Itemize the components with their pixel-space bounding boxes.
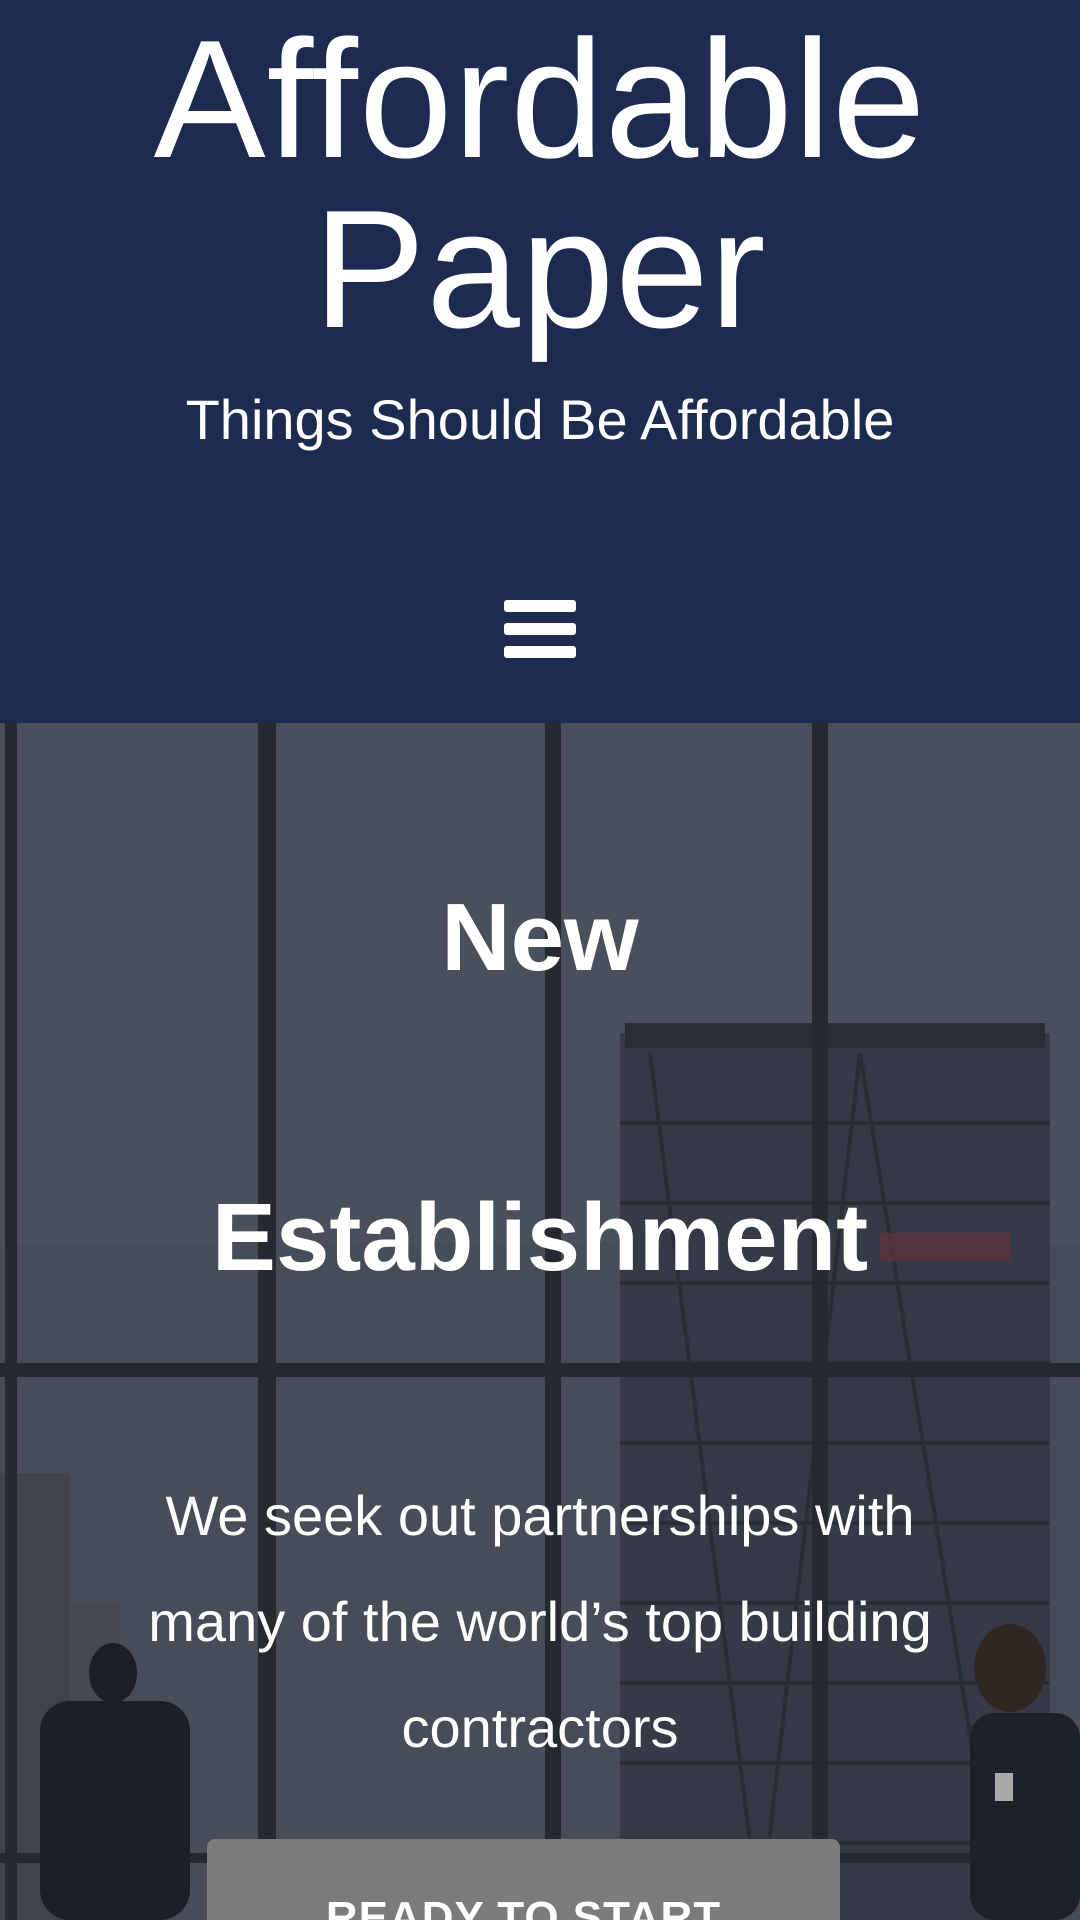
hero-description: We seek out partnerships with many of th… xyxy=(148,1484,932,1759)
ready-to-start-button[interactable]: READY TO START xyxy=(207,1839,840,1920)
menu-toggle-button[interactable] xyxy=(500,596,580,662)
site-title-line-2[interactable]: Paper xyxy=(0,184,1080,354)
site-header: Affordable Paper Things Should Be Afford… xyxy=(0,0,1080,723)
hero-heading-line-2: Establishment xyxy=(211,1184,869,1291)
hero-heading-line-1: New xyxy=(441,884,639,991)
hero-section: New Establishment We seek out partnershi… xyxy=(0,723,1080,1920)
site-title-line-1[interactable]: Affordable xyxy=(0,14,1080,184)
site-title[interactable]: Affordable Paper xyxy=(0,14,1080,354)
site-tagline: Things Should Be Affordable xyxy=(185,388,895,451)
